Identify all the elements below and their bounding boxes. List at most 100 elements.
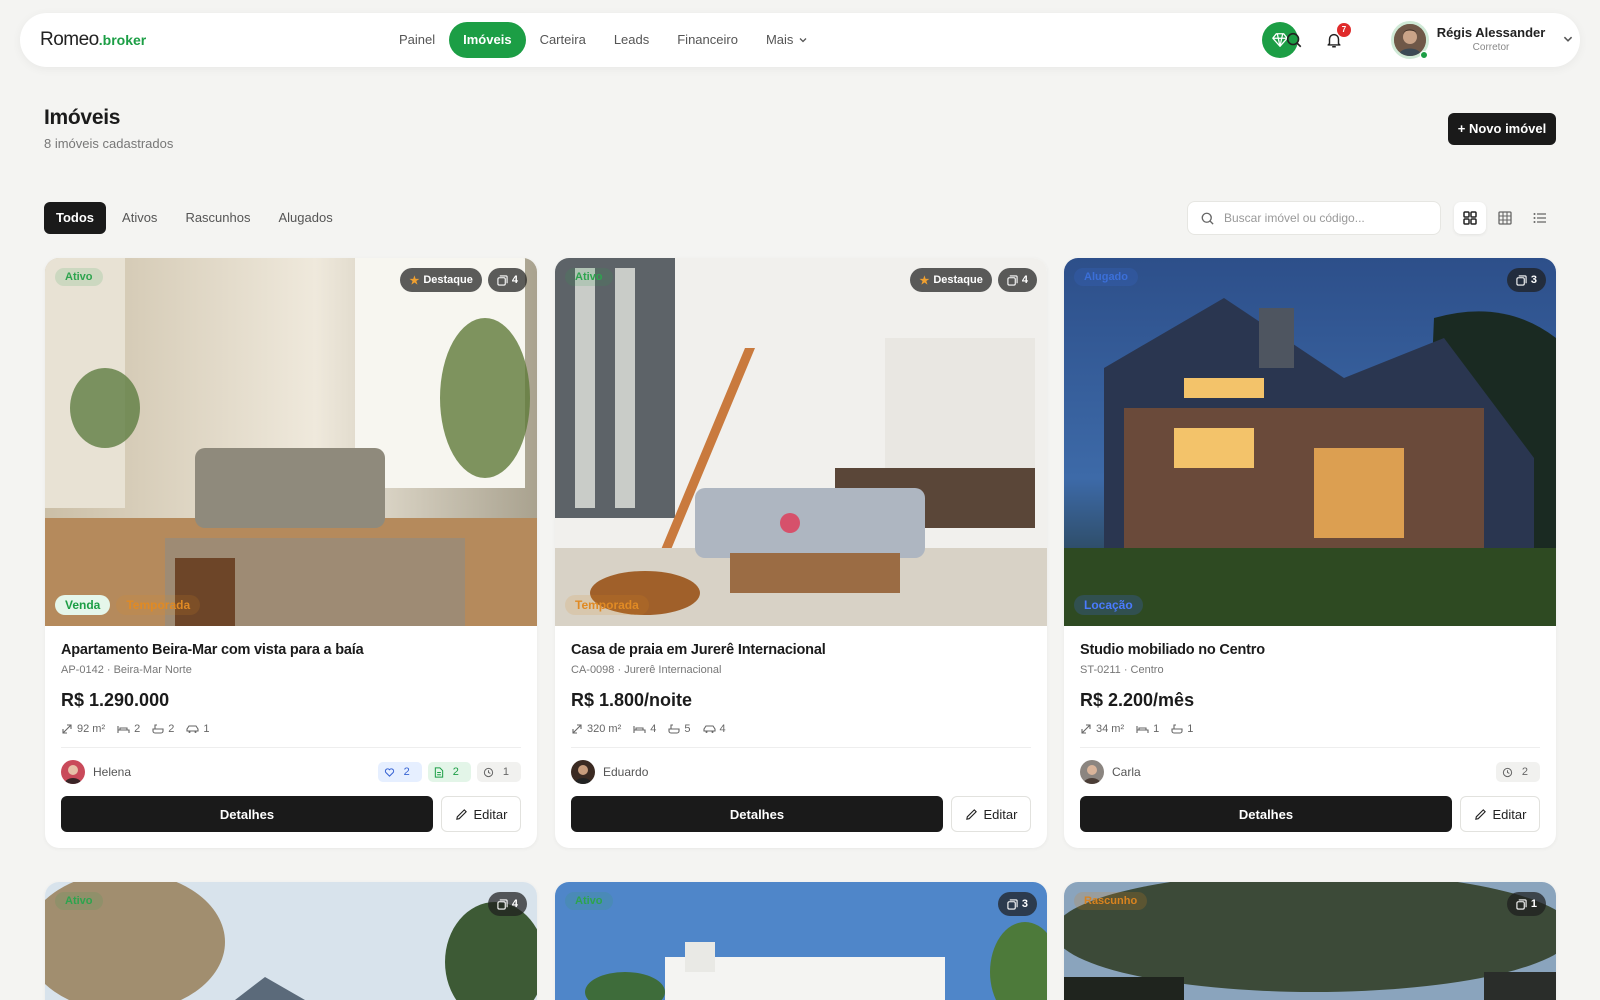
status-badge: Ativo [565, 268, 613, 286]
car-icon [702, 725, 716, 733]
agent-name: Helena [93, 765, 132, 779]
agent[interactable]: Helena [61, 760, 131, 784]
grid-icon [1463, 211, 1478, 225]
status-badge: Alugado [1074, 268, 1138, 286]
parking-spec: 4 [702, 723, 726, 735]
photo-count: 3 [1530, 274, 1537, 286]
pending-badge[interactable]: 2 [1495, 762, 1540, 782]
agent-avatar [1080, 760, 1104, 784]
property-card[interactable]: Ativo ★ Destaque 4 Temporada Casa de prai… [555, 258, 1047, 848]
nav-item-carteira[interactable]: Carteira [526, 22, 600, 58]
bathrooms-spec: 2 [152, 723, 174, 735]
new-property-button[interactable]: + Novo imóvel [1448, 113, 1556, 145]
photo-count: 4 [511, 898, 518, 910]
nav-item-mais[interactable]: Mais [752, 22, 822, 58]
property-photo[interactable]: Rascunho 1 [1064, 882, 1556, 1000]
photo-count: 1 [1530, 898, 1537, 910]
edit-button[interactable]: Editar [951, 796, 1031, 832]
photo-count-badge: 3 [997, 892, 1037, 916]
agent[interactable]: Eduardo [571, 760, 648, 784]
property-card[interactable]: Ativo 3 [555, 882, 1047, 1000]
gallery-icon [1007, 898, 1018, 910]
property-photo[interactable]: Ativo ★ Destaque 4 Venda Temporada [45, 258, 537, 626]
property-card[interactable]: Alugado 3 Locação Studio mobiliado no Ce… [1064, 258, 1556, 848]
property-card[interactable]: Ativo 4 [45, 882, 537, 1000]
photo-count-badge: 4 [487, 892, 527, 916]
nav-item-mais-label: Mais [765, 32, 794, 47]
chevron-down-icon[interactable] [1562, 33, 1574, 45]
nav-item-imoveis[interactable]: Imóveis [449, 22, 526, 58]
filter-tab-alugados[interactable]: Alugados [266, 202, 344, 234]
table-view-button[interactable] [1489, 202, 1521, 234]
photo-count-badge: 4 [487, 268, 527, 292]
nav-item-leads[interactable]: Leads [600, 22, 663, 58]
parking-spec: 1 [186, 723, 210, 735]
grid-view-button[interactable] [1454, 202, 1487, 234]
nav-item-financeiro[interactable]: Financeiro [663, 22, 752, 58]
bath-icon [1171, 724, 1183, 734]
edit-button[interactable]: Editar [441, 796, 521, 832]
leads-badge[interactable]: 2 [377, 762, 422, 782]
photo-count: 3 [1021, 898, 1028, 910]
listing-type-tag: Venda [55, 595, 111, 615]
details-button[interactable]: Detalhes [571, 796, 943, 832]
card-divider [61, 747, 521, 748]
bath-icon [668, 724, 680, 734]
property-card[interactable]: Ativo ★ Destaque 4 Venda Temporada Aparta… [45, 258, 537, 848]
property-title[interactable]: Apartamento Beira-Mar com vista para a b… [61, 642, 521, 658]
user-role: Corretor [1472, 42, 1510, 53]
listing-type-tag: Locação [1074, 595, 1143, 615]
search-input[interactable] [1224, 211, 1424, 225]
property-card[interactable]: Rascunho 1 [1064, 882, 1556, 1000]
pending-badge[interactable]: 1 [476, 762, 521, 782]
property-code-location: CA-0098 · Jurerê Internacional [571, 664, 722, 676]
property-code-location: AP-0142 · Beira-Mar Norte [61, 664, 192, 676]
details-button[interactable]: Detalhes [1080, 796, 1452, 832]
filter-tab-todos[interactable]: Todos [44, 202, 107, 234]
nav-item-painel[interactable]: Painel [385, 22, 449, 58]
status-badge: Ativo [565, 892, 613, 910]
car-icon [186, 725, 199, 733]
agent-name: Carla [1112, 765, 1141, 779]
property-search [1187, 201, 1441, 235]
property-photo[interactable]: Ativo ★ Destaque 4 Temporada [555, 258, 1047, 626]
edit-button[interactable]: Editar [1460, 796, 1540, 832]
listing-type-tag: Temporada [116, 595, 201, 615]
property-title[interactable]: Casa de praia em Jurerê Internacional [571, 642, 1031, 658]
bedrooms-spec: 2 [117, 723, 140, 735]
bathrooms-spec: 1 [1171, 723, 1193, 735]
property-photo[interactable]: Ativo 4 [45, 882, 537, 1000]
gallery-icon [1007, 274, 1018, 286]
property-price: R$ 1.800/noite [571, 690, 693, 710]
photo-count: 4 [1021, 274, 1028, 286]
status-badge: Rascunho [1074, 892, 1148, 910]
documents-badge[interactable]: 2 [427, 762, 471, 782]
agent[interactable]: Carla [1080, 760, 1141, 784]
area-spec: 92 m² [61, 723, 105, 735]
user-name[interactable]: Régis Alessander [1436, 25, 1546, 40]
bed-icon [1136, 726, 1149, 733]
search-button[interactable] [1282, 28, 1306, 52]
edit-label: Editar [983, 806, 1018, 822]
property-title[interactable]: Studio mobiliado no Centro [1080, 642, 1540, 658]
filter-tab-rascunhos[interactable]: Rascunhos [173, 202, 262, 234]
agent-avatar [61, 760, 85, 784]
details-button[interactable]: Detalhes [61, 796, 433, 832]
property-photo[interactable]: Alugado 3 Locação [1064, 258, 1556, 626]
notifications-button[interactable]: 7 [1322, 23, 1351, 52]
filter-tab-ativos[interactable]: Ativos [110, 202, 169, 234]
area-spec: 320 m² [571, 723, 621, 735]
property-photo[interactable]: Ativo 3 [555, 882, 1047, 1000]
brand-logo[interactable]: Romeo.broker [40, 29, 146, 51]
bed-icon [117, 726, 130, 733]
list-view-button[interactable] [1524, 202, 1556, 234]
gallery-icon [1516, 274, 1527, 286]
photo-count-badge: 4 [997, 268, 1037, 292]
notification-count-badge: 7 [1337, 23, 1351, 37]
listing-type-tag: Temporada [565, 595, 649, 615]
gallery-icon [497, 898, 508, 910]
featured-badge: ★ Destaque [910, 268, 992, 292]
clock-icon [483, 767, 494, 777]
agent-name: Eduardo [603, 765, 649, 779]
bathrooms-spec: 5 [668, 723, 691, 735]
